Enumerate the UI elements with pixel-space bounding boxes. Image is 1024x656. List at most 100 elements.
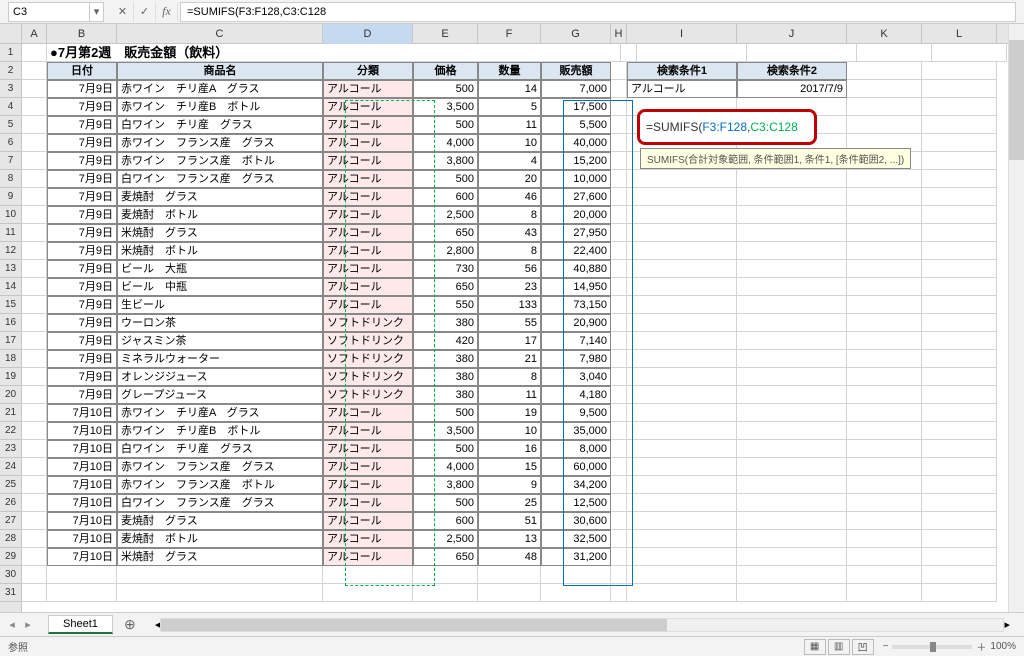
col-header[interactable]: H bbox=[611, 24, 627, 44]
cell[interactable]: 380 bbox=[413, 368, 478, 386]
cell[interactable] bbox=[922, 152, 997, 170]
cell[interactable] bbox=[922, 134, 997, 152]
cell[interactable] bbox=[413, 566, 478, 584]
cell[interactable] bbox=[627, 260, 737, 278]
scroll-thumb[interactable] bbox=[1009, 40, 1024, 160]
cell[interactable]: 赤ワイン チリ産A グラス bbox=[117, 404, 323, 422]
cell[interactable] bbox=[847, 80, 922, 98]
cell[interactable]: アルコール bbox=[323, 242, 413, 260]
cell[interactable] bbox=[627, 350, 737, 368]
cell[interactable]: 麦焼酎 ボトル bbox=[117, 530, 323, 548]
cell[interactable] bbox=[611, 386, 627, 404]
cell[interactable] bbox=[611, 314, 627, 332]
cell[interactable]: 14,950 bbox=[541, 278, 611, 296]
cell[interactable]: アルコール bbox=[323, 494, 413, 512]
cell[interactable]: 白ワイン フランス産 グラス bbox=[117, 170, 323, 188]
cell[interactable]: 白ワイン チリ産 グラス bbox=[117, 116, 323, 134]
cell[interactable]: アルコール bbox=[323, 476, 413, 494]
cell[interactable]: 11 bbox=[478, 116, 541, 134]
view-layout-icon[interactable]: ▥ bbox=[828, 639, 850, 655]
cell[interactable]: 23 bbox=[478, 278, 541, 296]
cell[interactable] bbox=[611, 476, 627, 494]
cell[interactable]: アルコール bbox=[323, 404, 413, 422]
cell[interactable] bbox=[627, 458, 737, 476]
cell[interactable] bbox=[627, 296, 737, 314]
cell[interactable] bbox=[627, 314, 737, 332]
cell[interactable] bbox=[22, 404, 47, 422]
cell[interactable] bbox=[737, 512, 847, 530]
cell[interactable] bbox=[627, 368, 737, 386]
cell[interactable]: 46 bbox=[478, 188, 541, 206]
cell[interactable]: 7月10日 bbox=[47, 458, 117, 476]
cell[interactable]: 赤ワイン フランス産 ボトル bbox=[117, 152, 323, 170]
cell[interactable] bbox=[611, 170, 627, 188]
cell[interactable] bbox=[847, 116, 922, 134]
tab-nav-prev-icon[interactable]: ◂ bbox=[4, 617, 20, 633]
cell[interactable] bbox=[323, 584, 413, 602]
cell[interactable]: 10,000 bbox=[541, 170, 611, 188]
cell[interactable] bbox=[922, 278, 997, 296]
cell[interactable]: 500 bbox=[413, 494, 478, 512]
tab-nav-next-icon[interactable]: ▸ bbox=[20, 617, 36, 633]
cell[interactable]: 7月9日 bbox=[47, 332, 117, 350]
cell[interactable] bbox=[22, 278, 47, 296]
cell[interactable]: 赤ワイン チリ産A グラス bbox=[117, 80, 323, 98]
cell[interactable]: 10 bbox=[478, 134, 541, 152]
cell[interactable]: 17,500 bbox=[541, 98, 611, 116]
cell[interactable]: 13 bbox=[478, 530, 541, 548]
cell[interactable]: ウーロン茶 bbox=[117, 314, 323, 332]
cell[interactable] bbox=[22, 296, 47, 314]
cell[interactable]: 7月10日 bbox=[47, 440, 117, 458]
cancel-icon[interactable]: ✕ bbox=[112, 2, 134, 22]
cell[interactable]: 21 bbox=[478, 350, 541, 368]
cell[interactable]: 7月9日 bbox=[47, 368, 117, 386]
cell[interactable]: 7月10日 bbox=[47, 548, 117, 566]
row-header[interactable]: 21 bbox=[0, 404, 21, 422]
cell[interactable] bbox=[541, 584, 611, 602]
cell[interactable] bbox=[22, 584, 47, 602]
cell[interactable]: アルコール bbox=[323, 152, 413, 170]
cell[interactable] bbox=[847, 224, 922, 242]
row-header[interactable]: 30 bbox=[0, 566, 21, 584]
row-header[interactable]: 3 bbox=[0, 80, 21, 98]
cell[interactable]: 7月10日 bbox=[47, 512, 117, 530]
cell[interactable]: 16 bbox=[478, 440, 541, 458]
cell[interactable] bbox=[22, 98, 47, 116]
cell[interactable] bbox=[922, 98, 997, 116]
cell[interactable] bbox=[737, 548, 847, 566]
cell[interactable] bbox=[922, 224, 997, 242]
cell[interactable] bbox=[627, 278, 737, 296]
cell[interactable]: 500 bbox=[413, 116, 478, 134]
cell[interactable]: 8 bbox=[478, 242, 541, 260]
cell[interactable] bbox=[611, 260, 627, 278]
cell[interactable] bbox=[611, 278, 627, 296]
cell[interactable] bbox=[541, 566, 611, 584]
col-header[interactable]: K bbox=[847, 24, 922, 44]
cell[interactable]: アルコール bbox=[323, 188, 413, 206]
cell[interactable] bbox=[611, 152, 627, 170]
cell[interactable] bbox=[737, 368, 847, 386]
cell[interactable] bbox=[847, 242, 922, 260]
cell[interactable] bbox=[22, 314, 47, 332]
cell[interactable] bbox=[627, 512, 737, 530]
cell[interactable]: アルコール bbox=[323, 548, 413, 566]
cell[interactable] bbox=[922, 458, 997, 476]
cell[interactable] bbox=[737, 242, 847, 260]
cell[interactable] bbox=[847, 170, 922, 188]
cell[interactable]: 15,200 bbox=[541, 152, 611, 170]
row-header[interactable]: 23 bbox=[0, 440, 21, 458]
cell[interactable]: 7月9日 bbox=[47, 278, 117, 296]
cell[interactable]: 27,600 bbox=[541, 188, 611, 206]
cell[interactable]: 25 bbox=[478, 494, 541, 512]
cell[interactable]: 米焼酎 ボトル bbox=[117, 242, 323, 260]
cell[interactable] bbox=[627, 188, 737, 206]
cell[interactable]: 7月9日 bbox=[47, 350, 117, 368]
scroll-thumb[interactable] bbox=[161, 619, 666, 631]
cell[interactable] bbox=[22, 80, 47, 98]
cell[interactable] bbox=[22, 386, 47, 404]
cell[interactable]: 3,500 bbox=[413, 422, 478, 440]
cell[interactable]: 7月10日 bbox=[47, 422, 117, 440]
cell[interactable] bbox=[117, 584, 323, 602]
cell[interactable]: 7月9日 bbox=[47, 206, 117, 224]
cell[interactable]: 3,040 bbox=[541, 368, 611, 386]
